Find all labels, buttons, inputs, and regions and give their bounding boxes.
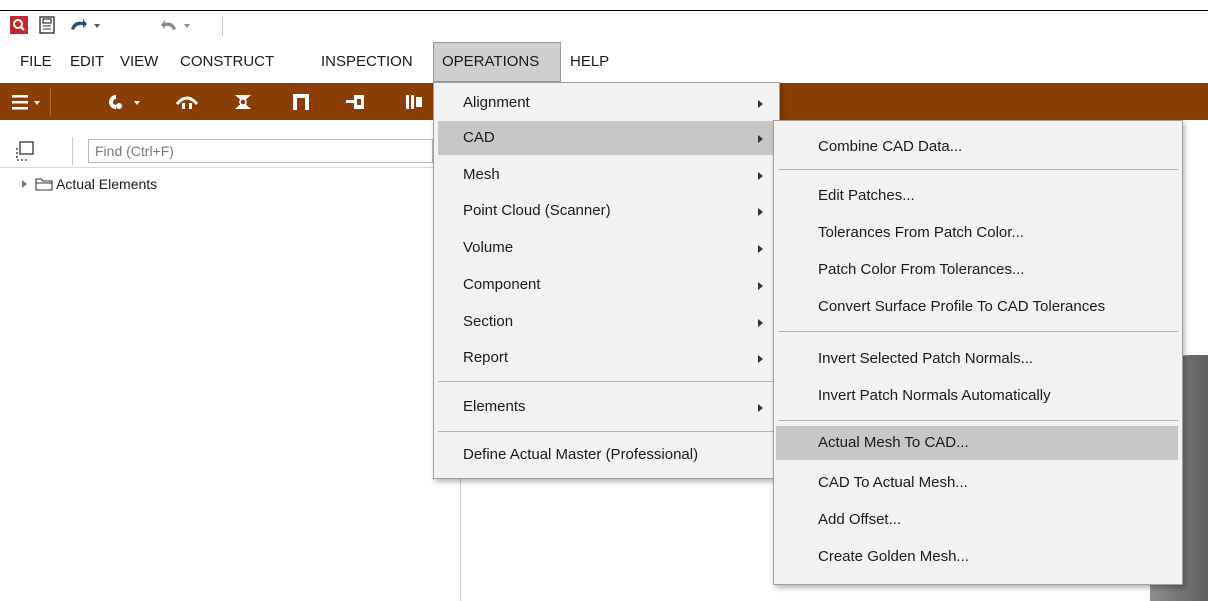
title-strip (0, 0, 1208, 10)
explorer-divider (0, 167, 460, 168)
menu-separator (778, 331, 1178, 332)
ops-item-label: CAD (463, 129, 495, 146)
toolbar-separator (50, 88, 51, 116)
ops-item-label: Elements (463, 398, 526, 415)
cad-item-add-offset[interactable]: Add Offset... (776, 503, 1178, 537)
ops-item-label: Point Cloud (Scanner) (463, 202, 611, 219)
menu-construct[interactable]: CONSTRUCT (172, 42, 282, 82)
tree-item-label: Actual Elements (56, 176, 158, 192)
cad-item-patch-color-from-tolerances[interactable]: Patch Color From Tolerances... (776, 253, 1178, 287)
ops-item-mesh[interactable]: Mesh (438, 158, 775, 192)
submenu-arrow-icon (758, 208, 763, 216)
find-separator (72, 137, 73, 165)
ops-item-define-actual-master[interactable]: Define Actual Master (Professional) (438, 438, 775, 472)
ops-item-label: Define Actual Master (Professional) (463, 446, 699, 463)
menu-separator (438, 431, 775, 432)
submenu-arrow-icon (758, 319, 763, 327)
cad-item-edit-patches[interactable]: Edit Patches... (776, 179, 1178, 213)
ops-item-report[interactable]: Report (438, 341, 775, 375)
submenu-arrow-icon (758, 282, 763, 290)
submenu-arrow-icon (758, 100, 763, 108)
menu-bar: FILE EDIT VIEW CONSTRUCT INSPECTION OPER… (0, 42, 1208, 82)
ops-item-point-cloud[interactable]: Point Cloud (Scanner) (438, 194, 775, 228)
point-tool-icon[interactable] (104, 92, 144, 112)
menu-separator (778, 420, 1178, 421)
ops-item-label: Report (463, 349, 509, 366)
menu-file[interactable]: FILE (12, 42, 60, 82)
sphere-tool-icon[interactable] (232, 92, 254, 112)
undo-icon[interactable] (68, 16, 104, 34)
menu-operations[interactable]: OPERATIONS (433, 42, 561, 82)
circle-tool-icon[interactable] (174, 92, 200, 112)
cad-item-invert-patch-normals-automatically[interactable]: Invert Patch Normals Automatically (776, 379, 1178, 413)
redo-icon[interactable] (160, 16, 200, 34)
menu-separator (778, 169, 1178, 170)
ops-item-alignment[interactable]: Alignment (438, 86, 775, 120)
ops-item-component[interactable]: Component (438, 268, 775, 302)
cad-submenu: Combine CAD Data... Edit Patches... Tole… (773, 120, 1183, 585)
operations-menu: Alignment CAD Mesh Point Cloud (Scanner)… (433, 82, 780, 479)
submenu-arrow-icon (758, 135, 763, 143)
menu-inspection[interactable]: INSPECTION (313, 42, 421, 82)
cad-item-cad-to-actual-mesh[interactable]: CAD To Actual Mesh... (776, 466, 1178, 500)
selection-icon[interactable] (14, 140, 36, 162)
cad-item-convert-surface-profile[interactable]: Convert Surface Profile To CAD Tolerance… (776, 290, 1178, 324)
save-icon[interactable] (38, 16, 56, 34)
tree-expand-icon[interactable] (22, 180, 27, 188)
hamburger-icon[interactable] (10, 92, 44, 112)
ops-item-section[interactable]: Section (438, 305, 775, 339)
ops-item-cad[interactable]: CAD (438, 121, 775, 155)
cad-item-create-golden-mesh[interactable]: Create Golden Mesh... (776, 540, 1178, 574)
menu-separator (438, 381, 775, 382)
plane-tool-icon[interactable] (344, 92, 366, 112)
ops-item-label: Volume (463, 239, 514, 256)
tree-item-actual-elements[interactable]: Actual Elements (22, 176, 157, 194)
submenu-arrow-icon (758, 245, 763, 253)
ops-item-volume[interactable]: Volume (438, 231, 775, 265)
menu-edit[interactable]: EDIT (62, 42, 112, 82)
cad-item-actual-mesh-to-cad[interactable]: Actual Mesh To CAD... (776, 426, 1178, 460)
slot-tool-icon[interactable] (290, 92, 312, 112)
quick-access-separator (222, 16, 223, 36)
ops-item-label: Mesh (463, 166, 500, 183)
ops-item-elements[interactable]: Elements (438, 390, 775, 424)
ops-item-label: Alignment (463, 94, 530, 111)
cad-item-invert-selected-patch-normals[interactable]: Invert Selected Patch Normals... (776, 342, 1178, 376)
app-search-icon[interactable] (10, 16, 28, 34)
find-input[interactable]: Find (Ctrl+F) (88, 139, 433, 163)
ops-item-label: Component (463, 276, 541, 293)
ops-item-label: Section (463, 313, 514, 330)
submenu-arrow-icon (758, 355, 763, 363)
gauge-tool-icon[interactable] (404, 92, 424, 112)
cad-item-combine-cad-data[interactable]: Combine CAD Data... (776, 130, 1178, 164)
folder-icon (35, 177, 53, 194)
submenu-arrow-icon (758, 404, 763, 412)
menu-help[interactable]: HELP (562, 42, 617, 82)
submenu-arrow-icon (758, 172, 763, 180)
menu-view[interactable]: VIEW (112, 42, 166, 82)
cad-item-tolerances-from-patch-color[interactable]: Tolerances From Patch Color... (776, 216, 1178, 250)
